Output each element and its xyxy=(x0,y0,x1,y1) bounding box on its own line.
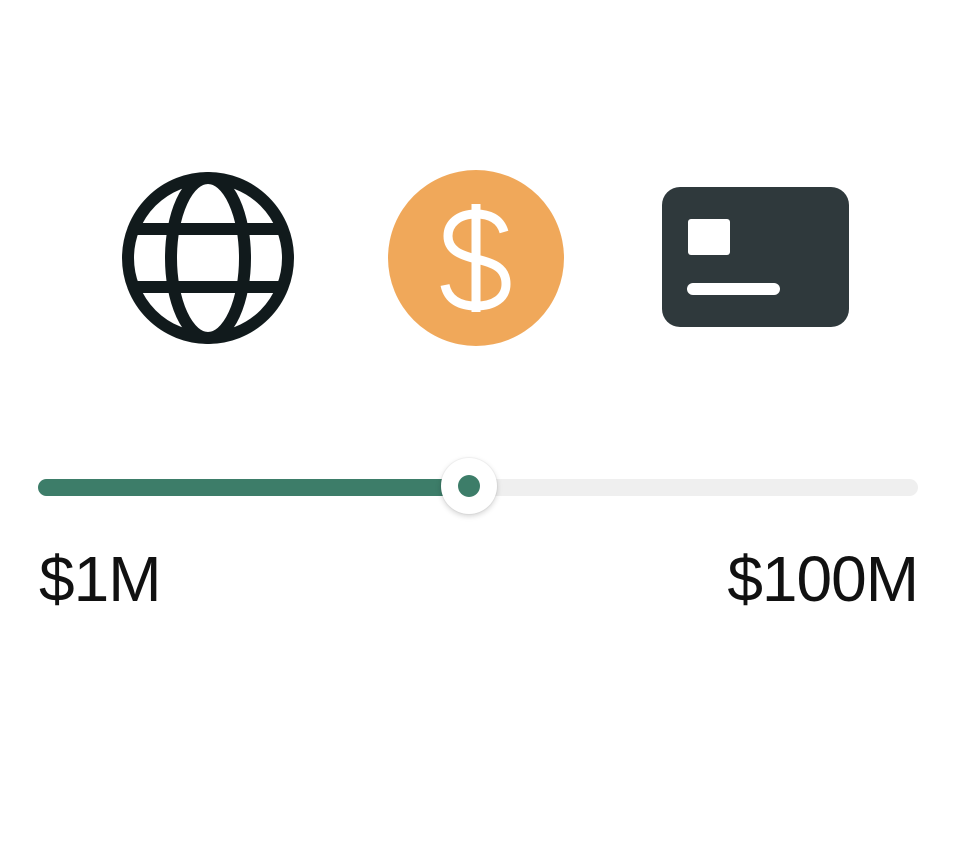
id-card-icon xyxy=(662,187,849,327)
slider-min-label: $1M xyxy=(39,543,161,615)
slider-thumb[interactable] xyxy=(441,458,497,514)
slider-fill xyxy=(38,479,469,496)
slider-max-label: $100M xyxy=(727,543,919,615)
funding-range-slider[interactable] xyxy=(38,457,918,517)
dollar-icon xyxy=(388,170,564,346)
globe-icon xyxy=(121,171,295,345)
slider-thumb-dot xyxy=(458,475,480,497)
funding-range-panel: $1M $100M xyxy=(0,0,956,842)
